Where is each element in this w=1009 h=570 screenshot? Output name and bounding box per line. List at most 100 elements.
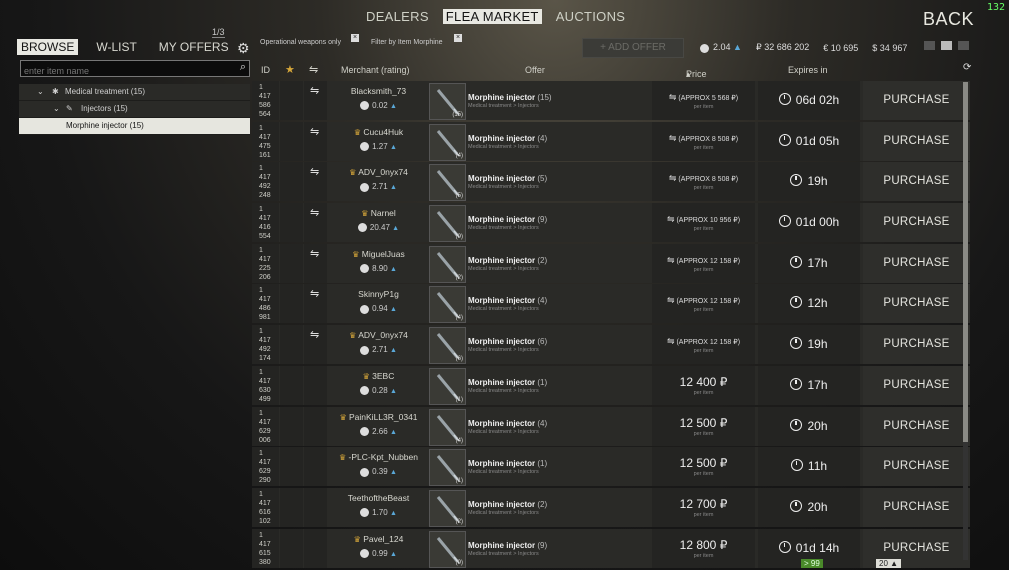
offer-name[interactable]: Morphine injector (15) [468,93,552,102]
offer-name[interactable]: Morphine injector (9) [468,215,547,224]
purchase-button[interactable]: PURCHASE [863,460,970,472]
purchase-button[interactable]: PURCHASE [863,501,970,513]
item-thumbnail[interactable]: (4) [429,408,466,446]
star-icon[interactable]: ★ [285,63,295,76]
close-icon[interactable]: × [454,34,462,42]
purchase-button[interactable]: PURCHASE [863,379,970,391]
merchant-rating: 1.70 ▲ [332,508,425,518]
merchant-name[interactable]: TeethoftheBeast [332,493,425,503]
header-id[interactable]: ID [261,65,270,75]
close-icon[interactable]: × [351,34,359,42]
offer-name[interactable]: Morphine injector (4) [468,134,547,143]
offer-name[interactable]: Morphine injector (2) [468,500,547,509]
per-item: per item [693,104,714,110]
item-thumbnail[interactable]: (4) [429,286,466,324]
merchant-name[interactable]: ♛ PainKiLL3R_0341 [332,412,425,422]
merchant-name[interactable]: ♛ -PLC-Kpt_Nubben [332,452,425,462]
header-offer[interactable]: Offer [525,65,545,75]
offer-name[interactable]: Morphine injector (2) [468,256,547,265]
filter-operational[interactable]: Operational weapons only × [260,34,359,46]
table-row[interactable]: 1 417 630 499 ♛ 3EBC 0.28 ▲ (1) Morphine inject… [252,365,970,405]
offer-id-part: 417 [259,540,271,548]
offers-table: 1 417 586 564 ⇋ Blacksmith_73 0.02 ▲ (15) Morphi… [252,81,970,569]
tab-my-offers[interactable]: MY OFFERS [155,39,233,55]
swap-icon[interactable]: ⇋ [309,63,318,76]
header-expires[interactable]: Expires in [788,65,828,75]
table-row[interactable]: 1 417 492 174 ⇋ ♛ ADV_0nyx74 2.71 ▲ (6) Morphine… [252,325,970,365]
scrollbar-thumb[interactable] [963,82,968,442]
tab-browse[interactable]: BROWSE [17,39,79,55]
item-thumbnail[interactable]: (1) [429,449,466,487]
purchase-button[interactable]: PURCHASE [863,542,970,554]
item-thumbnail[interactable]: (6) [429,327,466,365]
item-thumbnail[interactable]: (9) [429,205,466,243]
merchant-name[interactable]: ♛ ADV_0nyx74 [332,330,425,340]
offer-name[interactable]: Morphine injector (6) [468,337,547,346]
merchant-name[interactable]: ♛ Cucu4Huk [332,127,425,137]
table-row[interactable]: 1 417 586 564 ⇋ Blacksmith_73 0.02 ▲ (15) Morphi… [252,81,970,120]
purchase-button[interactable]: PURCHASE [863,216,970,228]
offer-name[interactable]: Morphine injector (9) [468,541,547,550]
offer-id-part: 417 [259,418,271,426]
table-row[interactable]: 1 417 475 161 ⇋ ♛ Cucu4Huk 1.27 ▲ (4) Morphine i… [252,121,970,161]
merchant-name[interactable]: ♛ ADV_0nyx74 [332,167,425,177]
table-row[interactable]: 1 417 615 380 ♛ Pavel_124 0.99 ▲ (9) Morphine i… [252,528,970,568]
purchase-button[interactable]: PURCHASE [863,338,970,350]
item-thumbnail[interactable]: (15) [429,83,466,120]
table-row[interactable]: 1 417 486 981 ⇋ SkinnyP1g 0.94 ▲ (4) Morphine in… [252,284,970,324]
merchant-name[interactable]: SkinnyP1g [332,289,425,299]
merchant-rating: 20.47 ▲ [332,223,425,233]
merchant-name[interactable]: Blacksmith_73 [332,86,425,96]
scrollbar[interactable] [963,82,968,560]
tab-auctions[interactable]: AUCTIONS [556,9,626,24]
offer-name[interactable]: Morphine injector (4) [468,419,547,428]
grid-view-icon[interactable] [958,41,969,50]
gear-icon[interactable]: ⚙ [237,40,250,57]
item-thumbnail[interactable]: (1) [429,367,466,405]
tab-flea-market[interactable]: FLEA MARKET [442,9,542,24]
offer-name[interactable]: Morphine injector (1) [468,459,547,468]
merchant-name[interactable]: ♛ Pavel_124 [332,534,425,544]
tree-node-injectors[interactable]: ⌄ ✎ Injectors (15) [19,101,250,118]
item-thumbnail[interactable]: (2) [429,489,466,527]
list-view-icon[interactable] [924,41,935,50]
chevron-down-icon[interactable]: ⌄ [37,84,44,100]
purchase-button[interactable]: PURCHASE [863,420,970,432]
offer-name[interactable]: Morphine injector (4) [468,296,547,305]
purchase-button[interactable]: PURCHASE [863,175,970,187]
purchase-button[interactable]: PURCHASE [863,94,970,106]
filter-morphine[interactable]: Filter by Item Morphine × [371,34,462,46]
purchase-button[interactable]: PURCHASE [863,257,970,269]
table-row[interactable]: 1 417 492 248 ⇋ ♛ ADV_0nyx74 2.71 ▲ (5) Morphine… [252,162,970,202]
table-row[interactable]: 1 417 629 006 ♛ PainKiLL3R_0341 2.66 ▲ (4) Morp… [252,406,970,446]
chevron-down-icon[interactable]: ⌄ [53,101,60,117]
item-thumbnail[interactable]: (9) [429,530,466,568]
search-input[interactable] [21,64,227,78]
purchase-button[interactable]: PURCHASE [863,135,970,147]
table-row[interactable]: 1 417 629 290 ♛ -PLC-Kpt_Nubben 0.39 ▲ (1) Morp… [252,447,970,487]
table-row[interactable]: 1 417 616 102 TeethoftheBeast 1.70 ▲ (2) Morphi… [252,487,970,527]
tree-node-medical[interactable]: ⌄ ✱ Medical treatment (15) [19,84,250,101]
purchase-button[interactable]: PURCHASE [863,297,970,309]
merchant-name[interactable]: ♛ MiguelJuas [332,249,425,259]
offer-name[interactable]: Morphine injector (1) [468,378,547,387]
offer-id-part: 1 [259,368,263,376]
add-offer-button[interactable]: + ADD OFFER [582,38,684,58]
item-thumbnail[interactable]: (5) [429,164,466,202]
table-row[interactable]: 1 417 225 206 ⇋ ♛ MiguelJuas 8.90 ▲ (2) Morphine… [252,243,970,283]
tab-dealers[interactable]: DEALERS [366,9,429,24]
table-row[interactable]: 1 417 416 554 ⇋ ♛ Narnel 20.47 ▲ (9) Morphine in… [252,203,970,243]
offer-name[interactable]: Morphine injector (5) [468,174,547,183]
search-icon[interactable]: ⌕ [240,61,246,74]
tree-node-morphine[interactable]: Morphine injector (15) [19,118,250,135]
item-thumbnail[interactable]: (4) [429,123,466,161]
table-view-icon[interactable] [941,41,952,50]
merchant-rating: 0.28 ▲ [332,386,425,396]
header-merchant[interactable]: Merchant (rating) [341,65,410,75]
refresh-icon[interactable]: ⟳ [963,62,971,73]
tab-wlist[interactable]: W-LIST [92,39,140,55]
merchant-name[interactable]: ♛ 3EBC [332,371,425,381]
item-thumbnail[interactable]: (2) [429,245,466,283]
merchant-name[interactable]: ♛ Narnel [332,208,425,218]
back-button[interactable]: BACK [923,9,974,30]
